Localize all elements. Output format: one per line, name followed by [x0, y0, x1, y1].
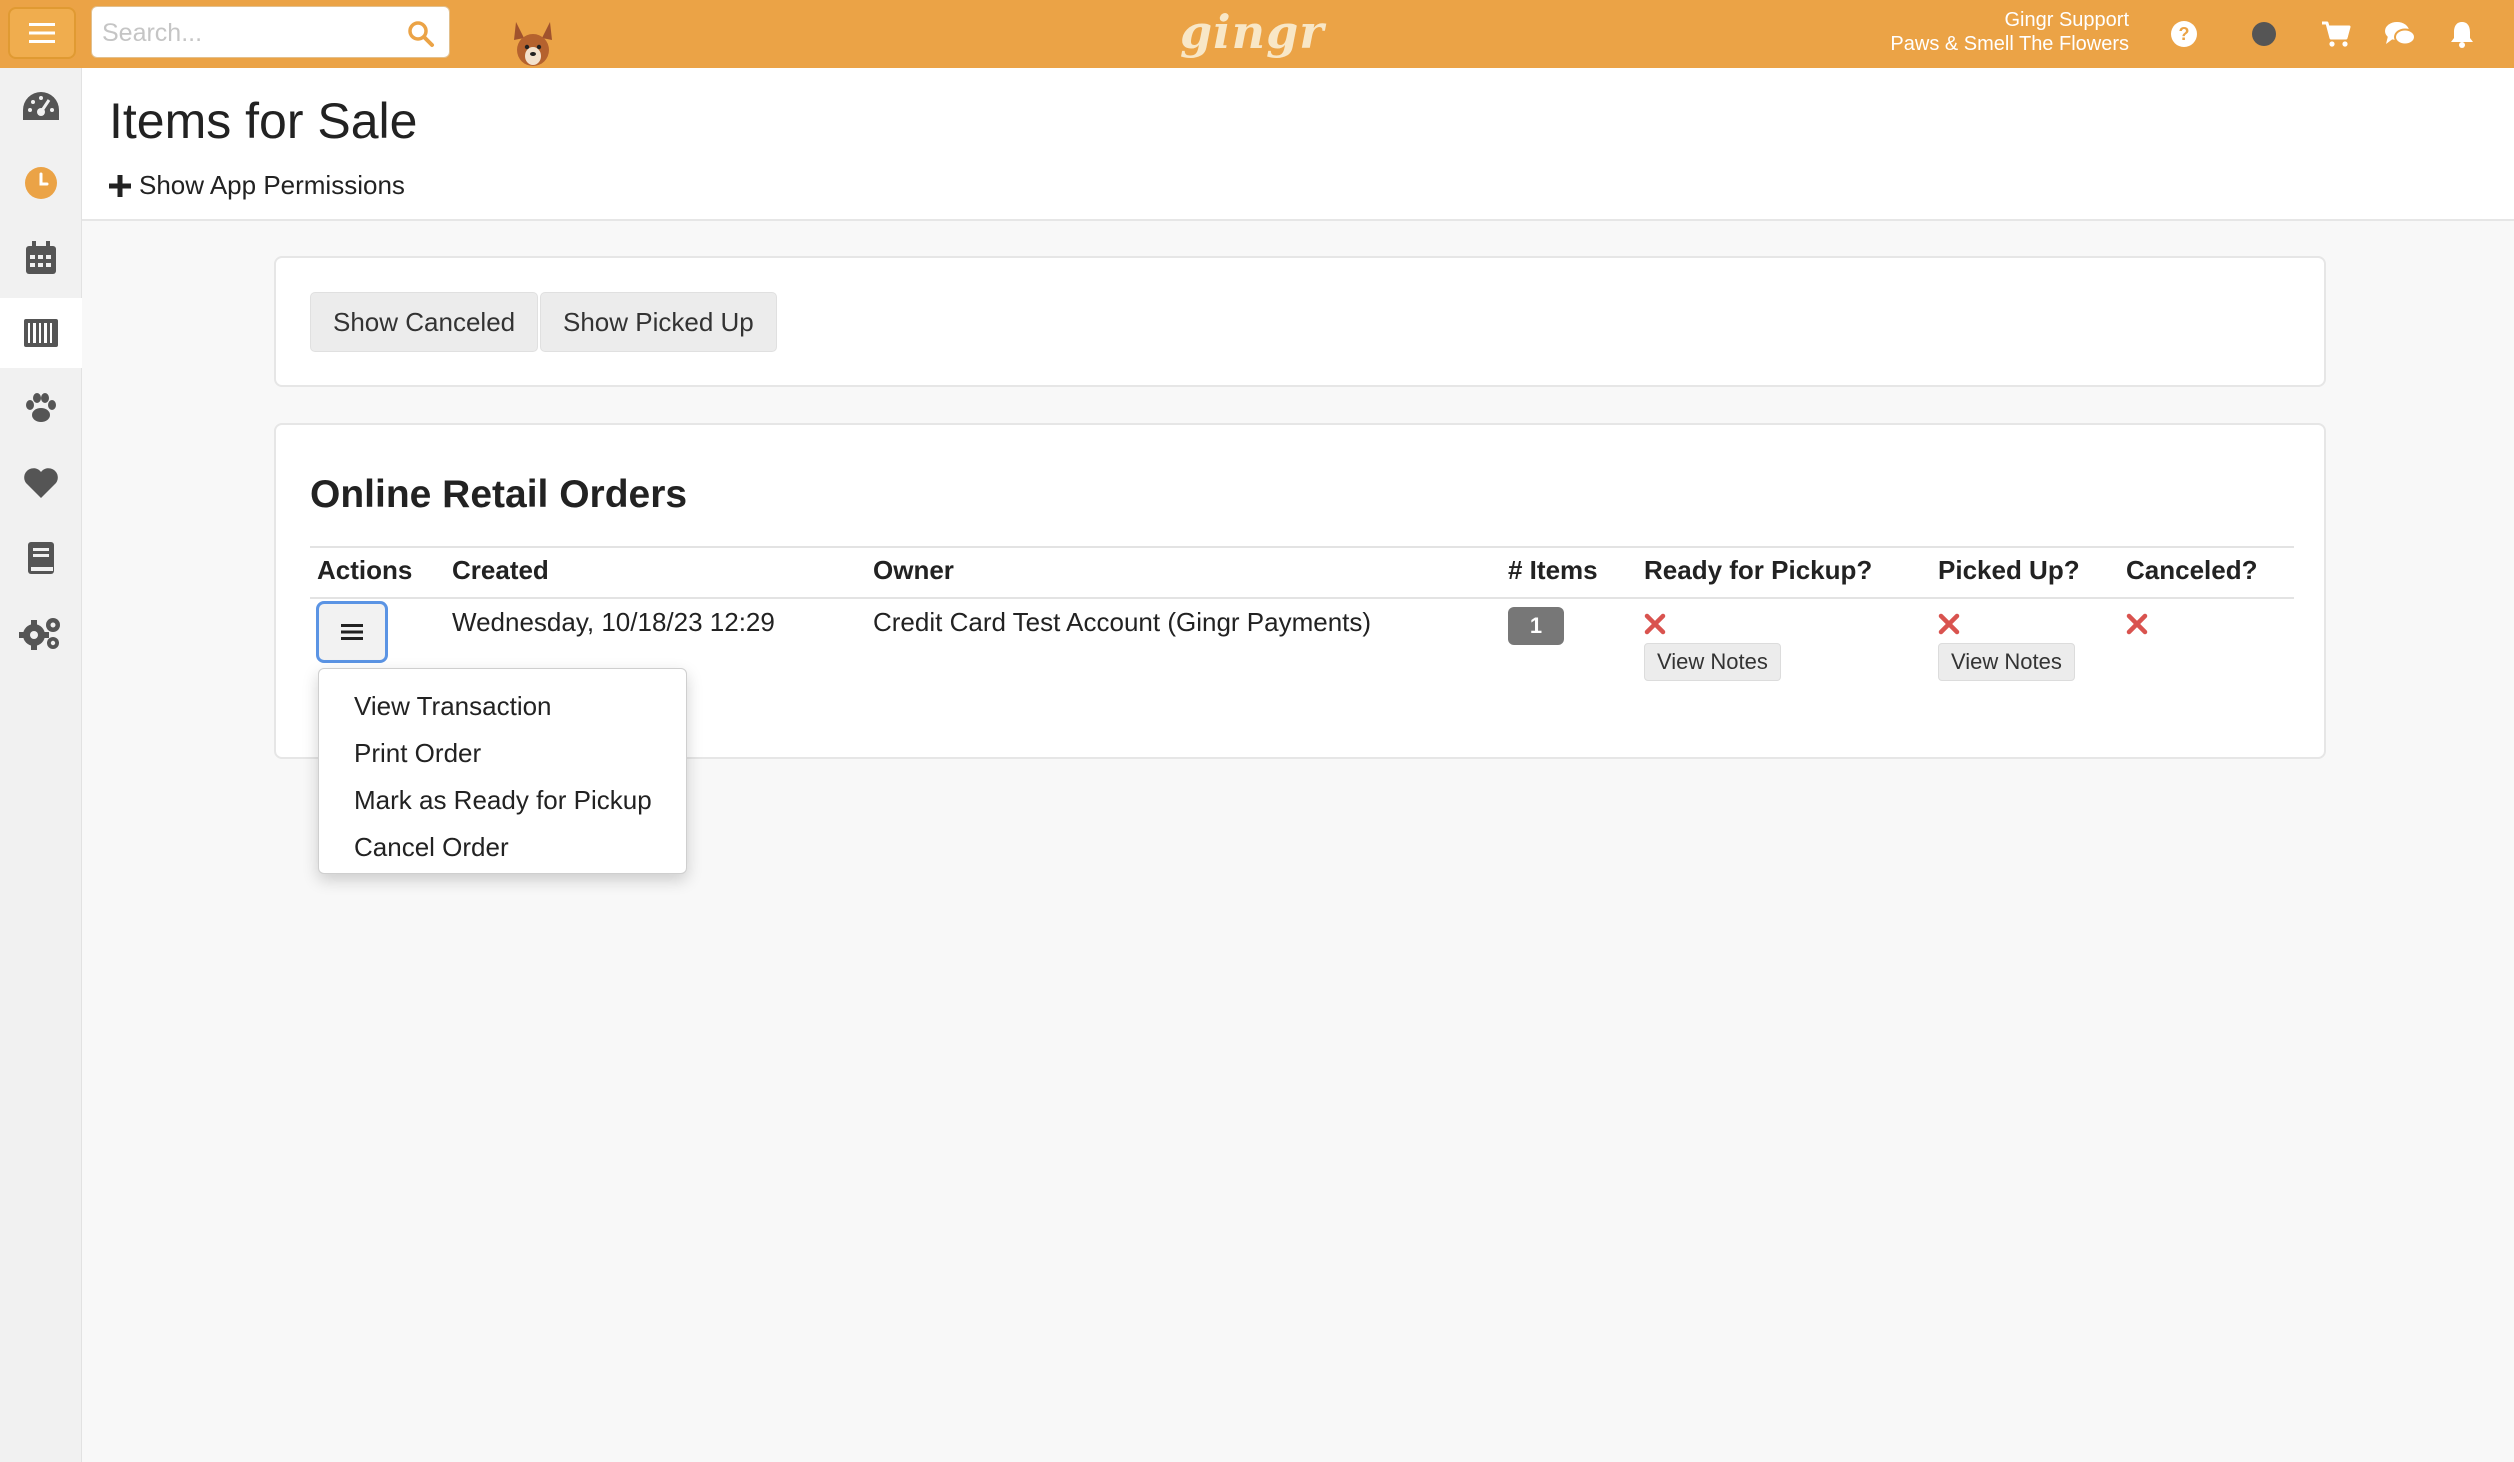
- sidebar-item-retail[interactable]: [0, 298, 82, 368]
- page-title: Items for Sale: [109, 93, 418, 149]
- column-header-owner[interactable]: Owner: [873, 555, 954, 586]
- menu-item-print-order[interactable]: Print Order: [319, 730, 686, 777]
- sidebar-item-clock[interactable]: [0, 148, 82, 218]
- top-bar: gingr Gingr Support Paws & Smell The Flo…: [0, 0, 2514, 68]
- hamburger-icon: [341, 624, 363, 640]
- column-header-created[interactable]: Created: [452, 555, 549, 586]
- ready-for-pickup-x-icon: [1644, 613, 1666, 635]
- sidebar-item-favorites[interactable]: [0, 448, 82, 518]
- bell-icon[interactable]: [2446, 18, 2478, 50]
- filter-panel: Show Canceled Show Picked Up: [274, 256, 2326, 387]
- sidebar-item-settings[interactable]: [0, 598, 82, 668]
- search-input[interactable]: [102, 15, 382, 51]
- menu-item-view-transaction[interactable]: View Transaction: [319, 683, 686, 730]
- show-canceled-button[interactable]: Show Canceled: [310, 292, 539, 352]
- column-header-ready-for-pickup[interactable]: Ready for Pickup?: [1644, 555, 1872, 586]
- search-icon[interactable]: [407, 20, 435, 48]
- dog-mascot-icon: [514, 22, 552, 66]
- calendar-icon: [26, 241, 56, 274]
- business-name: Paws & Smell The Flowers: [1890, 33, 2129, 55]
- plus-icon: [109, 174, 131, 197]
- user-name: Gingr Support: [2004, 9, 2129, 31]
- row-actions-button[interactable]: [316, 601, 388, 663]
- column-header-actions: Actions: [317, 555, 413, 585]
- gingr-logo: gingr: [1180, 5, 1325, 59]
- settings-icon: [19, 618, 60, 650]
- table-divider: [310, 546, 2294, 548]
- picked-up-x-icon: [1938, 613, 1960, 635]
- clock-icon: [25, 167, 57, 199]
- user-info[interactable]: Gingr Support Paws & Smell The Flowers: [1890, 8, 2129, 56]
- help-icon[interactable]: ?: [2168, 18, 2200, 50]
- row-actions-dropdown: View Transaction Print Order Mark as Rea…: [318, 668, 687, 874]
- show-app-permissions-link[interactable]: Show App Permissions: [109, 170, 405, 201]
- column-header-items[interactable]: # Items: [1508, 555, 1598, 586]
- page-header: Items for Sale Show App Permissions: [82, 68, 2514, 221]
- main-menu-button[interactable]: [8, 7, 76, 59]
- show-picked-up-button[interactable]: Show Picked Up: [540, 292, 777, 352]
- menu-item-cancel-order[interactable]: Cancel Order: [319, 824, 686, 871]
- table-header-divider: [310, 597, 2294, 599]
- sidebar-item-reports[interactable]: [0, 523, 82, 593]
- column-header-canceled[interactable]: Canceled?: [2126, 555, 2258, 586]
- picked-up-view-notes-button[interactable]: View Notes: [1938, 643, 2075, 681]
- sidebar-item-pets[interactable]: [0, 373, 82, 443]
- cart-icon[interactable]: [2320, 18, 2352, 50]
- status-dot-icon[interactable]: [2248, 18, 2280, 50]
- sidebar: [0, 68, 82, 1462]
- canceled-x-icon: [2126, 613, 2148, 635]
- paw-icon: [26, 393, 56, 422]
- ready-view-notes-button[interactable]: View Notes: [1644, 643, 1781, 681]
- search-box: [91, 6, 450, 58]
- sidebar-item-calendar[interactable]: [0, 223, 82, 293]
- chat-icon[interactable]: [2384, 18, 2416, 50]
- dashboard-icon: [23, 92, 59, 120]
- orders-title: Online Retail Orders: [310, 473, 688, 516]
- sidebar-item-dashboard[interactable]: [0, 72, 82, 142]
- barcode-icon: [24, 319, 58, 347]
- items-count-badge: 1: [1508, 607, 1564, 645]
- order-created: Wednesday, 10/18/23 12:29: [452, 607, 775, 637]
- book-icon: [28, 542, 54, 574]
- menu-item-mark-ready-for-pickup[interactable]: Mark as Ready for Pickup: [319, 777, 686, 824]
- heart-icon: [24, 468, 58, 498]
- show-app-permissions-label: Show App Permissions: [139, 170, 405, 200]
- order-owner[interactable]: Credit Card Test Account (Gingr Payments…: [873, 607, 1371, 638]
- svg-text:?: ?: [2179, 24, 2190, 44]
- hamburger-icon: [29, 23, 55, 43]
- column-header-picked-up[interactable]: Picked Up?: [1938, 555, 2080, 586]
